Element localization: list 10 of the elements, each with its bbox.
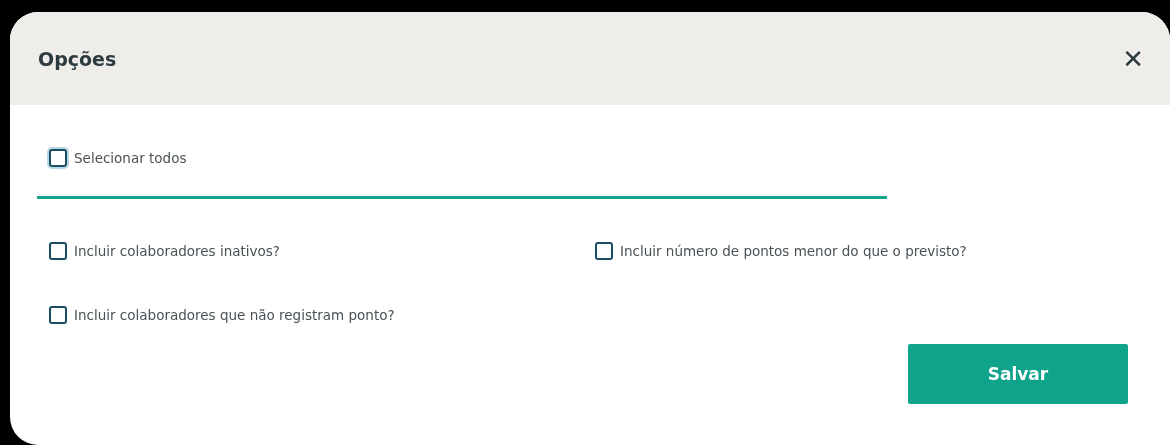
checkbox[interactable] (49, 242, 67, 260)
dialog-title: Opções (38, 47, 117, 70)
checkbox-label: Incluir colaboradores que não registram ponto? (74, 307, 395, 323)
close-button[interactable]: ✕ (1118, 43, 1148, 74)
checkbox[interactable] (49, 306, 67, 324)
checkbox[interactable] (595, 242, 613, 260)
checkbox-label: Incluir número de pontos menor do que o previsto? (620, 243, 967, 259)
checkbox-label: Selecionar todos (74, 150, 187, 166)
checkbox-label: Incluir colaboradores inativos? (74, 243, 280, 259)
checkbox[interactable] (49, 149, 67, 167)
